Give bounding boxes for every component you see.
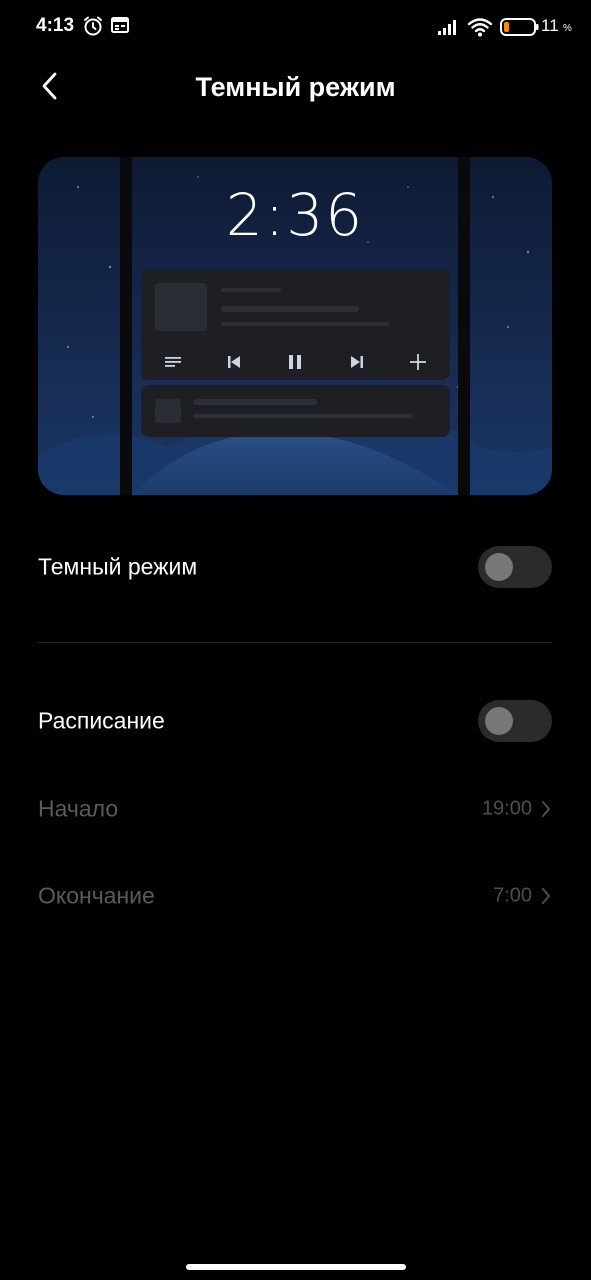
dark-mode-toggle[interactable] — [478, 546, 552, 588]
home-indicator[interactable] — [186, 1264, 406, 1270]
signal-icon — [437, 18, 461, 41]
playlist-icon[interactable] — [159, 348, 187, 376]
notification-icon — [155, 399, 181, 423]
battery-icon — [500, 17, 540, 42]
end-time-row[interactable]: Окончание 7:00 — [38, 866, 552, 926]
dark-mode-label: Темный режим — [38, 553, 198, 580]
schedule-label: Расписание — [38, 707, 165, 734]
toggle-knob — [485, 553, 513, 581]
skeleton-line — [221, 322, 389, 326]
alarm-icon — [82, 15, 104, 42]
wifi-icon — [467, 16, 493, 43]
page-title: Темный режим — [195, 72, 396, 102]
schedule-row[interactable]: Расписание — [38, 691, 552, 751]
divider — [38, 642, 552, 643]
battery-percent-sign: % — [563, 23, 572, 34]
music-controls — [141, 348, 450, 376]
previous-icon[interactable] — [220, 348, 248, 376]
status-time: 4:13 — [36, 15, 75, 36]
skeleton-line — [221, 306, 359, 312]
preview-clock: 2:36 — [225, 181, 365, 249]
skeleton-line — [193, 399, 317, 405]
start-time-value: 19:00 — [481, 797, 532, 820]
notification-widget — [141, 385, 450, 437]
toggle-knob — [485, 707, 513, 735]
pause-icon[interactable] — [281, 348, 309, 376]
calendar-icon — [110, 15, 130, 40]
add-icon[interactable] — [404, 348, 432, 376]
skeleton-line — [193, 414, 413, 418]
skeleton-line — [221, 288, 281, 292]
album-art — [155, 283, 207, 331]
end-time-value: 7:00 — [493, 884, 532, 907]
music-widget — [141, 270, 450, 380]
battery-percent: 11 — [541, 16, 559, 35]
start-time-row[interactable]: Начало 19:00 — [38, 779, 552, 839]
dark-mode-preview: 2:36 — [38, 157, 552, 495]
chevron-right-icon — [540, 886, 552, 906]
schedule-toggle[interactable] — [478, 700, 552, 742]
start-time-label: Начало — [38, 795, 119, 822]
next-icon[interactable] — [343, 348, 371, 376]
end-time-label: Окончание — [38, 882, 155, 909]
chevron-right-icon — [540, 799, 552, 819]
status-bar: 4:13 11 % — [0, 0, 591, 56]
dark-mode-row[interactable]: Темный режим — [38, 537, 552, 597]
